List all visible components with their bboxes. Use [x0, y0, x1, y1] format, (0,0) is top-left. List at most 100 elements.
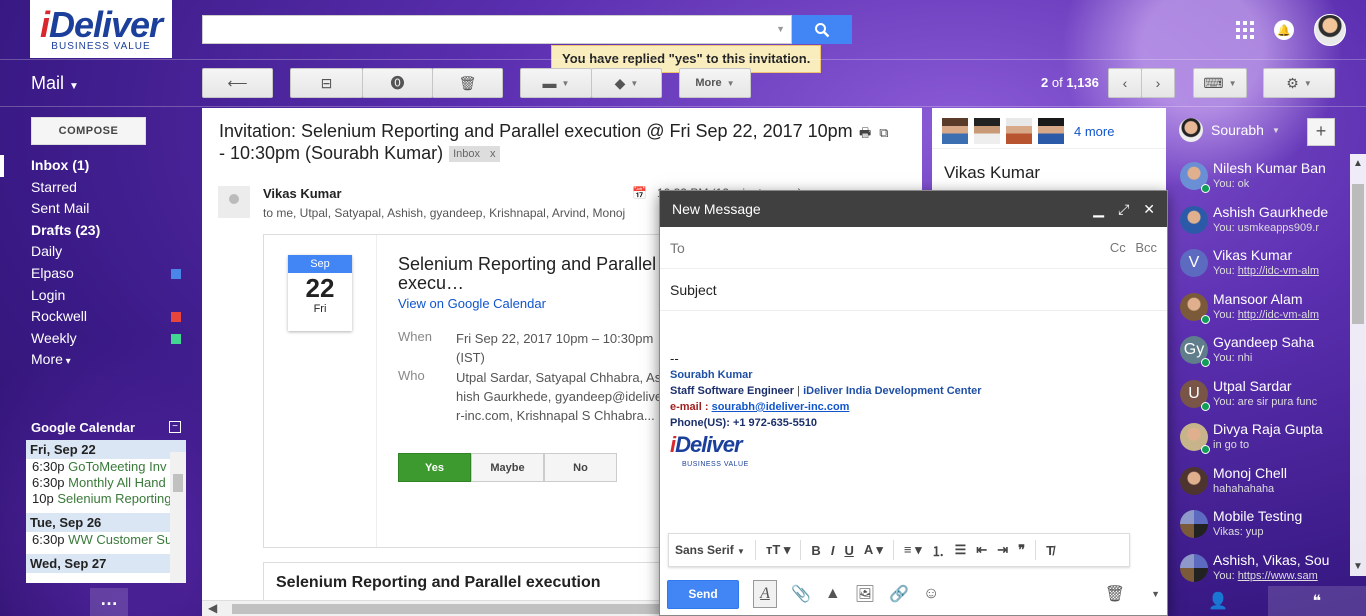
search-input[interactable] [203, 16, 763, 43]
newer-button[interactable]: ‹ [1108, 68, 1142, 98]
participant-avatar[interactable] [1038, 118, 1064, 144]
to-field[interactable]: To Cc Bcc [660, 227, 1167, 269]
participant-avatar[interactable] [974, 118, 1000, 144]
chat-contact[interactable]: Mobile Testing Vikas: yup [1169, 502, 1349, 546]
signature[interactable]: -- Sourabh Kumar Staff Software Engineer… [670, 351, 982, 475]
underline-icon[interactable]: U [844, 543, 853, 558]
new-window-icon[interactable]: ⧉ [879, 125, 896, 140]
participant-avatar[interactable] [942, 118, 968, 144]
mail-switcher[interactable]: Mail ▼ [31, 73, 79, 94]
agenda-event[interactable]: 10p Selenium Reporting [26, 491, 186, 507]
search-options-icon[interactable]: ▼ [776, 24, 785, 34]
settings-button[interactable]: ⚙ ▼ [1263, 68, 1335, 98]
insert-link-icon[interactable]: 🔗 [889, 584, 909, 604]
bold-icon[interactable]: B [811, 543, 820, 558]
agenda-event[interactable]: 6:30p GoToMeeting Inv [26, 459, 186, 475]
rsvp-no-button[interactable]: No [544, 453, 617, 482]
nav-item[interactable]: Login [0, 285, 190, 307]
input-tools-button[interactable]: ⌨ ▼ [1193, 68, 1247, 98]
more-actions-button[interactable]: More ▼ [679, 68, 751, 98]
nav-item[interactable]: More ▾ [0, 349, 190, 371]
chat-contact[interactable]: Ashish, Vikas, Sou You: https://www.sam [1169, 546, 1349, 590]
attach-icon[interactable]: 📎 [791, 584, 811, 604]
nav-item[interactable]: Elpaso [0, 263, 190, 285]
gcal-scrollbar[interactable] [170, 452, 186, 583]
agenda-event[interactable]: 6:30p Monthly All Hand [26, 475, 186, 491]
fullscreen-icon[interactable]: ⤢ [1118, 201, 1129, 218]
agenda-event[interactable]: 6:30p WW Customer Su [26, 532, 186, 548]
quote-icon[interactable]: ❞ [1018, 542, 1025, 558]
chat-self[interactable]: Sourabh ▼ [1179, 118, 1280, 142]
chat-contact[interactable]: V Vikas Kumar You: http://idc-vm-alm [1169, 241, 1349, 285]
search-box[interactable]: ▼ [202, 15, 792, 44]
ideliver-logo[interactable]: iDeliver BUSINESS VALUE [30, 0, 172, 58]
formatting-options-icon[interactable]: A [753, 580, 777, 608]
chat-contact[interactable]: Gy Gyandeep Saha You: nhi [1169, 328, 1349, 372]
participant-avatar[interactable] [1006, 118, 1032, 144]
text-color-icon[interactable]: A ▾ [864, 542, 883, 558]
view-calendar-link[interactable]: View on Google Calendar [398, 296, 546, 311]
nav-item[interactable]: Inbox (1) [0, 155, 190, 177]
collapse-icon[interactable]: − [169, 421, 181, 433]
recipients[interactable]: to me, Utpal, Satyapal, Ashish, gyandeep… [263, 206, 625, 220]
font-size-icon[interactable]: тT ▾ [766, 542, 790, 558]
notifications-bell-icon[interactable]: 🔔 [1274, 20, 1294, 40]
scroll-down-icon[interactable]: ▼ [1353, 561, 1363, 572]
numbered-list-icon[interactable]: ⒈ [932, 541, 945, 560]
scroll-up-icon[interactable]: ▲ [1353, 158, 1363, 169]
chat-contact[interactable]: Ashish Gaurkhede You: usmkeapps909.r [1169, 198, 1349, 242]
close-icon[interactable]: ✕ [1143, 201, 1155, 218]
label-color-swatch[interactable] [171, 312, 181, 323]
rsvp-yes-button[interactable]: Yes [398, 453, 471, 482]
back-button[interactable]: ⟵ [202, 68, 273, 98]
nav-item[interactable]: Daily [0, 241, 190, 263]
font-select[interactable]: Sans Serif ▼ [675, 543, 745, 557]
labels-button[interactable]: ◆ ▼ [591, 68, 662, 98]
account-avatar[interactable] [1314, 14, 1346, 46]
label-color-swatch[interactable] [171, 333, 181, 344]
nav-item[interactable]: Rockwell [0, 306, 190, 328]
move-to-button[interactable]: ▬ ▼ [520, 68, 592, 98]
more-options-chevron-icon[interactable]: ▼ [1151, 589, 1160, 599]
nav-item[interactable]: Drafts (23) [0, 220, 190, 242]
archive-button[interactable]: ⊟ [290, 68, 363, 98]
emoji-icon[interactable]: ☺ [923, 585, 939, 603]
more-participants-link[interactable]: 4 more [1074, 124, 1114, 139]
cc-bcc-links[interactable]: Cc Bcc [1110, 240, 1157, 255]
print-icon[interactable]: 🖶 [859, 125, 879, 140]
report-spam-button[interactable]: ⓿ [362, 68, 433, 98]
drive-icon[interactable]: ▲ [825, 585, 841, 603]
label-color-swatch[interactable] [171, 268, 181, 279]
chat-scrollbar[interactable]: ▲ ▼ [1350, 154, 1366, 576]
nav-item[interactable]: Sent Mail [0, 198, 190, 220]
chat-contact[interactable]: Divya Raja Gupta in go to [1169, 415, 1349, 459]
label-chip-inbox[interactable]: Inbox x [449, 146, 500, 163]
chat-contact[interactable]: Monoj Chell hahahahaha [1169, 459, 1349, 503]
chat-contact[interactable]: U Utpal Sardar You: are sir pura func [1169, 372, 1349, 416]
contacts-icon[interactable]: 👤 [1169, 586, 1268, 616]
older-button[interactable]: › [1141, 68, 1175, 98]
nav-item[interactable]: Weekly [0, 328, 190, 350]
italic-icon[interactable]: I [831, 543, 835, 558]
bulleted-list-icon[interactable]: ☰ [955, 542, 967, 558]
discard-trash-icon[interactable]: 🗑 [1105, 584, 1125, 604]
insert-photo-icon[interactable]: 🖼 [855, 584, 875, 604]
search-button[interactable] [792, 15, 852, 44]
send-button[interactable]: Send [667, 579, 739, 609]
remove-label-icon[interactable]: x [490, 148, 496, 160]
contact-name[interactable]: Vikas Kumar [944, 163, 1040, 183]
compose-button[interactable]: COMPOSE [31, 117, 146, 145]
more-options-icon[interactable]: … [90, 588, 128, 616]
align-icon[interactable]: ≡ ▾ [904, 542, 922, 558]
delete-button[interactable]: 🗑 [432, 68, 503, 98]
signature-email-link[interactable]: sourabh@ideliver-inc.com [712, 401, 850, 413]
new-chat-button[interactable]: + [1307, 118, 1335, 146]
indent-icon[interactable]: ⇥ [997, 542, 1008, 558]
apps-grid-icon[interactable] [1236, 21, 1254, 39]
compose-header[interactable]: New Message ▁ ⤢ ✕ [660, 191, 1167, 227]
chat-contact[interactable]: Mansoor Alam You: http://idc-vm-alm [1169, 285, 1349, 329]
scroll-left-icon[interactable]: ◀ [208, 601, 217, 615]
minimize-icon[interactable]: ▁ [1093, 201, 1104, 218]
outdent-icon[interactable]: ⇤ [976, 542, 987, 558]
sender-name[interactable]: Vikas Kumar [263, 186, 342, 201]
